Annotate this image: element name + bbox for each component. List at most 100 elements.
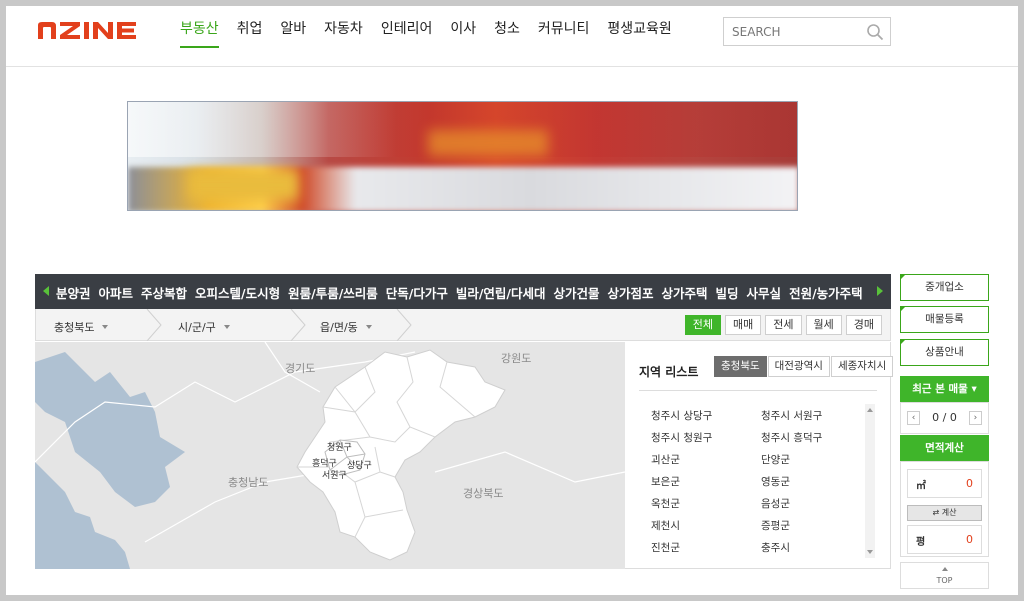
logo[interactable] bbox=[36, 19, 156, 44]
list-item[interactable]: 단양군 bbox=[761, 452, 861, 466]
list-item[interactable]: 진천군 bbox=[651, 540, 761, 554]
list-item[interactable]: 증평군 bbox=[761, 518, 861, 532]
breadcrumb-separator-icon bbox=[290, 309, 306, 341]
location-selector-bar: 충청북도 시/군/구 읍/면/동 전체 매매 전세 월세 경매 bbox=[35, 309, 891, 341]
category-item[interactable]: 사무실 bbox=[747, 283, 782, 302]
next-icon[interactable]: › bbox=[968, 410, 982, 425]
pyeong-value: 0 bbox=[966, 533, 973, 546]
chevron-down-icon bbox=[102, 325, 109, 329]
category-item[interactable]: 상가점포 bbox=[608, 283, 654, 302]
list-item[interactable]: 청주시 흥덕구 bbox=[761, 430, 861, 444]
search-input[interactable] bbox=[724, 18, 854, 45]
region-list-title: 지역 리스트 bbox=[639, 365, 699, 379]
tab-daejeon[interactable]: 대전광역시 bbox=[767, 356, 830, 377]
list-item[interactable]: 청주시 상당구 bbox=[651, 408, 761, 422]
category-item[interactable]: 전원/농가주택 bbox=[789, 283, 863, 302]
recent-count: 0 / 0 bbox=[932, 411, 957, 424]
category-item[interactable]: 아파트 bbox=[99, 283, 134, 302]
pyeong-unit: 평 bbox=[916, 537, 926, 548]
top-label: TOP bbox=[936, 576, 953, 585]
list-item[interactable]: 충주시 bbox=[761, 540, 861, 554]
category-item[interactable]: 원룸/투룸/쓰리룸 bbox=[288, 283, 378, 302]
category-next-icon[interactable] bbox=[877, 286, 883, 296]
province-select-label: 충청북도 bbox=[54, 321, 95, 334]
tab-sejong[interactable]: 세종자치시 bbox=[830, 356, 894, 377]
filter-monthly-button[interactable]: 월세 bbox=[805, 315, 842, 335]
map-label-seowon[interactable]: 서원구 bbox=[322, 468, 347, 481]
region-map[interactable]: 경기도 강원도 충청남도 경상북도 청원구 흥덕구 상당구 서원구 bbox=[35, 342, 625, 569]
list-item[interactable]: 청주시 청원구 bbox=[651, 430, 761, 444]
sqm-value: 0 bbox=[966, 477, 973, 490]
product-info-button[interactable]: 상품안내 bbox=[900, 339, 989, 366]
sqm-field[interactable]: ㎡ 0 bbox=[907, 469, 982, 498]
tab-chungbuk[interactable]: 충청북도 bbox=[714, 356, 767, 377]
recent-pager: ‹ 0 / 0 › bbox=[907, 409, 982, 426]
nav-jobs[interactable]: 취업 bbox=[237, 18, 263, 48]
search-icon[interactable] bbox=[866, 23, 884, 41]
map-label-cheongwon[interactable]: 청원구 bbox=[327, 440, 352, 453]
filter-auction-button[interactable]: 경매 bbox=[845, 315, 882, 335]
nav-community[interactable]: 커뮤니티 bbox=[538, 18, 590, 48]
breadcrumb-separator-icon bbox=[146, 309, 162, 341]
scroll-top-button[interactable]: TOP bbox=[900, 562, 989, 589]
convert-label: 계산 bbox=[941, 508, 957, 517]
list-item[interactable]: 괴산군 bbox=[651, 452, 761, 466]
chevron-down-icon bbox=[365, 325, 372, 329]
category-item[interactable]: 상가건물 bbox=[553, 283, 599, 302]
list-item[interactable]: 음성군 bbox=[761, 496, 861, 510]
page-frame: 부동산 취업 알바 자동차 인테리어 이사 청소 커뮤니티 평생교육원 분양권 … bbox=[6, 6, 1018, 595]
category-item[interactable]: 오피스텔/도시형 bbox=[195, 283, 280, 302]
main-nav: 부동산 취업 알바 자동차 인테리어 이사 청소 커뮤니티 평생교육원 bbox=[180, 18, 690, 48]
nav-moving[interactable]: 이사 bbox=[450, 18, 476, 48]
region-list-scrollbar[interactable] bbox=[865, 404, 875, 558]
pyeong-field[interactable]: 평 0 bbox=[907, 525, 982, 554]
category-item[interactable]: 빌라/연립/다세대 bbox=[456, 283, 546, 302]
deal-type-filters: 전체 매매 전세 월세 경매 bbox=[681, 315, 882, 335]
map-label-gyeonggi: 경기도 bbox=[285, 362, 316, 375]
divider bbox=[639, 390, 877, 391]
nav-part-time[interactable]: 알바 bbox=[280, 18, 306, 48]
category-item[interactable]: 빌딩 bbox=[716, 283, 739, 302]
filter-jeonse-button[interactable]: 전세 bbox=[765, 315, 802, 335]
nav-cars[interactable]: 자동차 bbox=[324, 18, 363, 48]
category-list: 분양권 아파트 주상복합 오피스텔/도시형 원룸/투룸/쓰리룸 단독/다가구 빌… bbox=[56, 283, 871, 302]
sqm-unit: ㎡ bbox=[916, 481, 926, 492]
site-header: 부동산 취업 알바 자동차 인테리어 이사 청소 커뮤니티 평생교육원 bbox=[6, 6, 1018, 67]
nav-cleaning[interactable]: 청소 bbox=[494, 18, 520, 48]
region-tabs: 충청북도 대전광역시 세종자치시 bbox=[714, 356, 894, 377]
category-prev-icon[interactable] bbox=[43, 286, 49, 296]
category-bar: 분양권 아파트 주상복합 오피스텔/도시형 원룸/투룸/쓰리룸 단독/다가구 빌… bbox=[35, 274, 891, 309]
scroll-down-icon[interactable] bbox=[867, 550, 873, 554]
listing-register-button[interactable]: 매물등록 bbox=[900, 306, 989, 333]
list-item[interactable]: 제천시 bbox=[651, 518, 761, 532]
category-item[interactable]: 주상복합 bbox=[141, 283, 187, 302]
town-select[interactable]: 읍/면/동 bbox=[320, 319, 372, 335]
prev-icon[interactable]: ‹ bbox=[907, 410, 920, 425]
list-item[interactable]: 영동군 bbox=[761, 474, 861, 488]
nav-interior[interactable]: 인테리어 bbox=[381, 18, 433, 48]
search-box bbox=[723, 17, 891, 46]
area-calc-header: 면적계산 bbox=[900, 435, 989, 461]
chevron-down-icon bbox=[223, 325, 230, 329]
filter-sale-button[interactable]: 매매 bbox=[725, 315, 762, 335]
category-item[interactable]: 상가주택 bbox=[662, 283, 708, 302]
nav-education[interactable]: 평생교육원 bbox=[607, 18, 671, 48]
city-select[interactable]: 시/군/구 bbox=[178, 319, 230, 335]
list-item[interactable]: 보은군 bbox=[651, 474, 761, 488]
ad-banner[interactable] bbox=[127, 101, 798, 211]
convert-button[interactable]: ⇄ 계산 bbox=[907, 505, 982, 521]
province-select[interactable]: 충청북도 bbox=[54, 319, 109, 335]
scroll-up-icon[interactable] bbox=[867, 408, 873, 412]
category-item[interactable]: 분양권 bbox=[56, 283, 91, 302]
agent-office-button[interactable]: 중개업소 bbox=[900, 274, 989, 301]
list-item[interactable]: 옥천군 bbox=[651, 496, 761, 510]
region-list-panel: 지역 리스트 충청북도 대전광역시 세종자치시 청주시 상당구 청주시 서원구 … bbox=[625, 342, 894, 569]
map-label-gangwon: 강원도 bbox=[501, 352, 532, 365]
list-item[interactable]: 청주시 서원구 bbox=[761, 408, 861, 422]
region-grid: 청주시 상당구 청주시 서원구 청주시 청원구 청주시 흥덕구 괴산군 단양군 … bbox=[651, 408, 861, 554]
filter-all-button[interactable]: 전체 bbox=[684, 315, 721, 335]
map-label-sangdang[interactable]: 상당구 bbox=[347, 458, 372, 471]
category-item[interactable]: 단독/다가구 bbox=[386, 283, 448, 302]
recent-listings-toggle[interactable]: 최근 본 매물 ▾ bbox=[900, 376, 989, 402]
nav-real-estate[interactable]: 부동산 bbox=[180, 18, 219, 48]
